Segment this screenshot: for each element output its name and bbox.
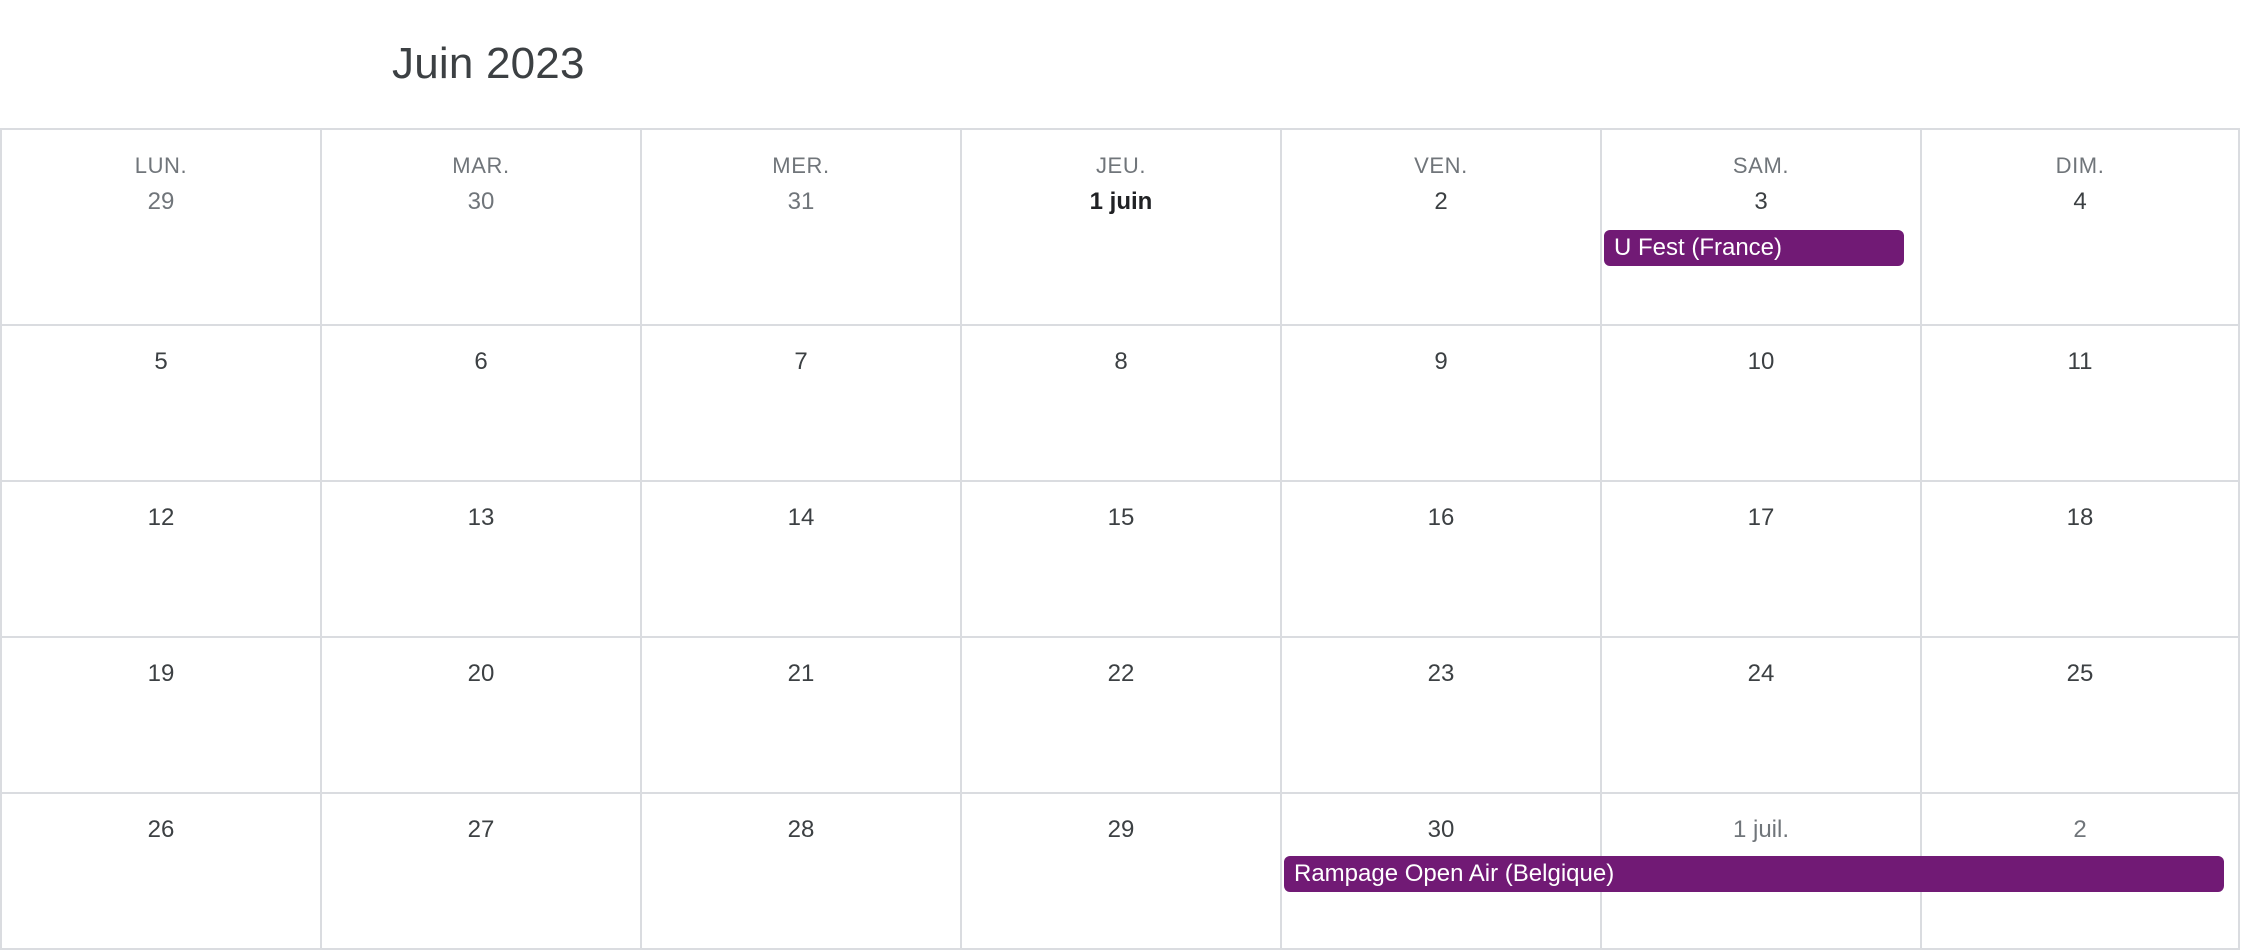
day-cell[interactable]: 5	[2, 326, 322, 482]
weekday-label: VEN.	[1414, 153, 1468, 178]
day-cell[interactable]: MAR. 30	[322, 130, 642, 326]
day-number[interactable]: 27	[322, 814, 640, 846]
day-cell[interactable]: 6	[322, 326, 642, 482]
day-number[interactable]: 15	[962, 502, 1280, 534]
day-number[interactable]: 6	[322, 346, 640, 378]
day-number[interactable]: 1 juil.	[1602, 814, 1920, 846]
day-number[interactable]: 3	[1602, 186, 1920, 218]
day-cell[interactable]: 19	[2, 638, 322, 794]
day-number[interactable]: 4	[1922, 186, 2238, 218]
day-number[interactable]: 2	[1282, 186, 1600, 218]
day-number[interactable]: 19	[2, 658, 320, 690]
day-cell[interactable]: 10	[1602, 326, 1922, 482]
day-cell[interactable]: 11	[1922, 326, 2240, 482]
day-number[interactable]: 21	[642, 658, 960, 690]
weekday-label: JEU.	[1095, 153, 1147, 178]
day-cell[interactable]: SAM. 3	[1602, 130, 1922, 326]
day-number[interactable]: 1 juin	[962, 186, 1280, 218]
day-cell[interactable]: 24	[1602, 638, 1922, 794]
day-number[interactable]: 30	[322, 186, 640, 218]
weekday-label: MER.	[772, 153, 830, 178]
day-number[interactable]: 8	[962, 346, 1280, 378]
week-row: 5 6 7 8 9 10 11	[2, 326, 2242, 482]
day-cell[interactable]: 23	[1282, 638, 1602, 794]
week-row: 19 20 21 22 23 24 25	[2, 638, 2242, 794]
day-number[interactable]: 12	[2, 502, 320, 534]
day-number[interactable]: 30	[1282, 814, 1600, 846]
day-cell[interactable]: 20	[322, 638, 642, 794]
month-title: Juin 2023	[392, 39, 585, 88]
day-cell[interactable]: 17	[1602, 482, 1922, 638]
weekday-label: LUN.	[134, 153, 188, 178]
day-number[interactable]: 5	[2, 346, 320, 378]
day-cell[interactable]: 25	[1922, 638, 2240, 794]
event-chip[interactable]: Rampage Open Air (Belgique)	[1284, 856, 2224, 892]
weekday-label: DIM.	[2055, 153, 2105, 178]
day-cell[interactable]: 26	[2, 794, 322, 950]
weekday-label: MAR.	[452, 153, 510, 178]
day-number[interactable]: 26	[2, 814, 320, 846]
day-cell[interactable]: JEU. 1 juin	[962, 130, 1282, 326]
calendar-header: Juin 2023	[0, 0, 2242, 128]
day-cell[interactable]: VEN. 2	[1282, 130, 1602, 326]
day-number[interactable]: 29	[962, 814, 1280, 846]
day-cell[interactable]: 27	[322, 794, 642, 950]
day-cell[interactable]: 14	[642, 482, 962, 638]
day-number[interactable]: 16	[1282, 502, 1600, 534]
day-number[interactable]: 10	[1602, 346, 1920, 378]
day-cell[interactable]: 18	[1922, 482, 2240, 638]
day-cell[interactable]: 9	[1282, 326, 1602, 482]
event-chip[interactable]: U Fest (France)	[1604, 230, 1904, 266]
day-number[interactable]: 28	[642, 814, 960, 846]
day-number[interactable]: 29	[2, 186, 320, 218]
day-number[interactable]: 9	[1282, 346, 1600, 378]
day-cell[interactable]: 8	[962, 326, 1282, 482]
day-cell[interactable]: 29	[962, 794, 1282, 950]
day-number[interactable]: 25	[1922, 658, 2238, 690]
day-cell[interactable]: DIM. 4	[1922, 130, 2240, 326]
day-cell[interactable]: 28	[642, 794, 962, 950]
day-cell[interactable]: 12	[2, 482, 322, 638]
day-number[interactable]: 18	[1922, 502, 2238, 534]
day-number[interactable]: 7	[642, 346, 960, 378]
week-row: LUN. 29 MAR. 30 MER. 31 JEU. 1 juin VEN. 2 SAM. 3 DI…	[2, 130, 2242, 326]
day-cell[interactable]: 16	[1282, 482, 1602, 638]
day-number[interactable]: 20	[322, 658, 640, 690]
day-number[interactable]: 2	[1922, 814, 2238, 846]
day-number[interactable]: 31	[642, 186, 960, 218]
day-number[interactable]: 17	[1602, 502, 1920, 534]
week-row: 12 13 14 15 16 17 18	[2, 482, 2242, 638]
month-grid: LUN. 29 MAR. 30 MER. 31 JEU. 1 juin VEN. 2 SAM. 3 DI…	[0, 128, 2240, 950]
day-number[interactable]: 22	[962, 658, 1280, 690]
day-number[interactable]: 14	[642, 502, 960, 534]
day-cell[interactable]: 15	[962, 482, 1282, 638]
day-number[interactable]: 13	[322, 502, 640, 534]
day-number[interactable]: 11	[1922, 346, 2238, 378]
day-cell[interactable]: 22	[962, 638, 1282, 794]
weekday-label: SAM.	[1732, 153, 1790, 178]
day-number[interactable]: 23	[1282, 658, 1600, 690]
day-cell[interactable]: 7	[642, 326, 962, 482]
day-number[interactable]: 24	[1602, 658, 1920, 690]
day-cell[interactable]: 13	[322, 482, 642, 638]
day-cell[interactable]: 21	[642, 638, 962, 794]
day-cell[interactable]: MER. 31	[642, 130, 962, 326]
day-cell[interactable]: LUN. 29	[2, 130, 322, 326]
